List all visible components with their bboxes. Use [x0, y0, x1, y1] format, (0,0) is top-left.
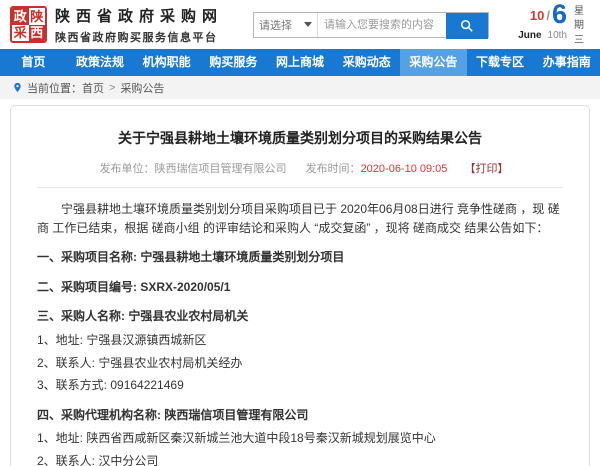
date-separator: /: [546, 9, 550, 22]
site-subtitle: 陕西省政府购买服务信息平台: [55, 29, 223, 45]
date-ordinal: 10th: [548, 30, 567, 41]
publisher-label: 发布单位：: [100, 163, 155, 175]
agency-address: 1、地址: 陕西省西咸新区秦汉新城兰池大道中段18号秦汉新城规划展览中心: [37, 429, 563, 448]
map-pin-icon: [12, 82, 23, 93]
nav-item-functions[interactable]: 机构职能: [133, 49, 200, 76]
logo-char: 陕: [29, 8, 46, 25]
section-agency-name: 四、采购代理机构名称: 陕西瑞信项目管理有限公司: [37, 406, 563, 425]
date-day-small: 10: [530, 9, 544, 22]
breadcrumb: 当前位置： 首页 > 采购公告: [0, 76, 600, 99]
breadcrumb-label: 当前位置：: [27, 80, 82, 96]
date-month: June: [518, 30, 541, 41]
nav-item-purchase-services[interactable]: 购买服务: [200, 49, 267, 76]
publisher-value: 陕西瑞信项目管理有限公司: [155, 163, 287, 175]
main-nav: 首页 政策法规 机构职能 购买服务 网上商城 采购动态 采购公告 下载专区 办事…: [0, 49, 600, 76]
search-category-value: 请选择: [259, 17, 292, 33]
section-project-number: 二、采购项目编号: SXRX-2020/05/1: [37, 278, 563, 297]
date-weekday: 星期三: [574, 5, 586, 49]
article-title: 关于宁强县耕地土壤环境质量类别划分项目的采购结果公告: [37, 128, 563, 148]
nav-item-procurement-announcements[interactable]: 采购公告: [400, 49, 467, 76]
nav-item-procurement-news[interactable]: 采购动态: [333, 49, 400, 76]
site-name: 陕西省政府采购网: [55, 5, 223, 26]
site-logo[interactable]: 政 陕 采 西: [10, 6, 47, 43]
logo-char: 西: [29, 25, 46, 42]
search-category-select[interactable]: 请选择: [254, 13, 318, 37]
article-intro-paragraph: 宁强县耕地土壤环境质量类别划分项目采购项目已于 2020年06月08日进行 竞争…: [37, 200, 563, 237]
date-widget: 10 / 6 June 10th 星期三: [518, 1, 590, 49]
date-day-big: 6: [552, 1, 567, 28]
section-project-name: 一、采购项目名称: 宁强县耕地土壤环境质量类别划分项目: [37, 248, 563, 267]
search-button[interactable]: [446, 13, 488, 39]
article-card: 关于宁强县耕地土壤环境质量类别划分项目的采购结果公告 发布单位：陕西瑞信项目管理…: [10, 105, 590, 466]
breadcrumb-current[interactable]: 采购公告: [120, 80, 164, 96]
nav-item-home[interactable]: 首页: [0, 49, 67, 76]
site-header: 政 陕 采 西 陕西省政府采购网 陕西省政府购买服务信息平台 请选择 10: [0, 0, 600, 49]
agency-contact: 2、联系人: 汉中分公司: [37, 452, 563, 466]
breadcrumb-home-link[interactable]: 首页: [82, 80, 104, 96]
nav-item-downloads[interactable]: 下载专区: [467, 49, 534, 76]
magnifier-icon: [460, 19, 474, 33]
article-body: 宁强县耕地土壤环境质量类别划分项目采购项目已于 2020年06月08日进行 竞争…: [37, 188, 563, 466]
print-button[interactable]: 【打印】: [464, 163, 508, 175]
search-input[interactable]: [318, 13, 446, 37]
article-meta: 发布单位：陕西瑞信项目管理有限公司 发布时间：2020-06-10 09:05 …: [37, 160, 563, 188]
publish-time-value: 2020-06-10 09:05: [361, 163, 448, 175]
search-box: 请选择: [253, 12, 489, 38]
logo-char: 政: [12, 8, 29, 25]
search-area: 请选择: [253, 12, 489, 38]
purchaser-address: 1、地址: 宁强县汉源镇西城新区: [37, 331, 563, 350]
nav-item-policies[interactable]: 政策法规: [67, 49, 134, 76]
publish-time-label: 发布时间：: [306, 163, 361, 175]
chevron-down-icon: [304, 22, 312, 27]
section-purchaser-name: 三、采购人名称: 宁强县农业农村局机关: [37, 307, 563, 326]
logo-char: 采: [12, 25, 29, 42]
purchaser-contact: 2、联系人: 宁强县农业农村局机关经办: [37, 354, 563, 373]
nav-item-guide[interactable]: 办事指南: [533, 49, 600, 76]
purchaser-phone: 3、联系方式: 09164221469: [37, 376, 563, 395]
site-titles: 陕西省政府采购网 陕西省政府购买服务信息平台: [55, 5, 223, 45]
nav-item-online-mall[interactable]: 网上商城: [267, 49, 334, 76]
breadcrumb-separator: >: [109, 82, 115, 94]
